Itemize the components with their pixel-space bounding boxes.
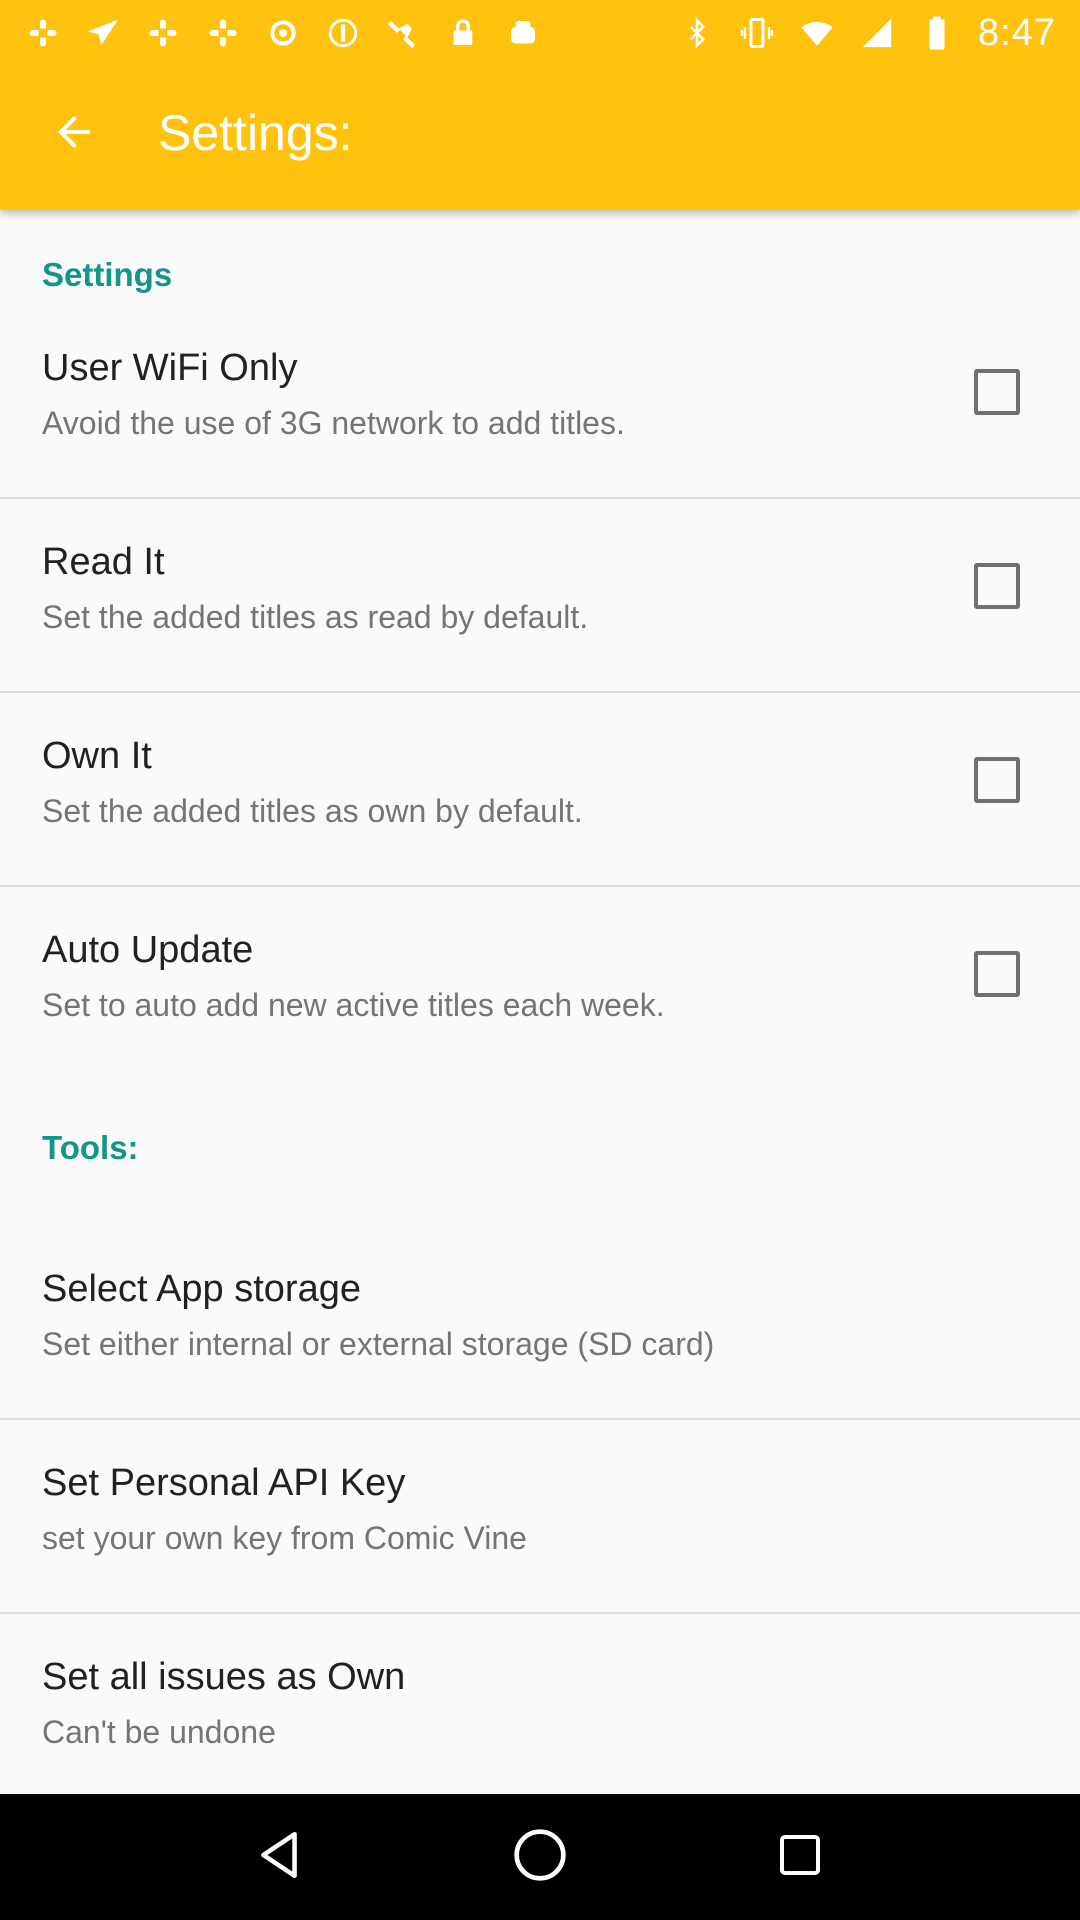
tool-select-app-storage[interactable]: Select App storage Set either internal o… — [0, 1226, 1080, 1420]
setting-own-it[interactable]: Own It Set the added titles as own by de… — [0, 693, 1080, 887]
circle-icon — [264, 14, 302, 52]
tool-title: Select App storage — [42, 1268, 361, 1310]
navigation-bar — [0, 1794, 1080, 1920]
slack-icon — [204, 14, 242, 52]
status-bar-system: 8:47 — [678, 12, 1056, 54]
own-it-checkbox[interactable] — [974, 757, 1020, 803]
setting-title: Auto Update — [42, 929, 254, 971]
status-time: 8:47 — [978, 11, 1056, 54]
toolbar: Settings: — [0, 64, 1080, 210]
lock-icon — [444, 14, 482, 52]
nav-back-button[interactable] — [235, 1812, 325, 1902]
vibrate-icon — [738, 14, 776, 52]
setting-user-wifi-only[interactable]: User WiFi Only Avoid the use of 3G netwo… — [0, 305, 1080, 499]
recents-square-icon — [776, 1831, 824, 1884]
settings-list: Settings User WiFi Only Avoid the use of… — [0, 210, 1080, 1808]
wifi-icon — [798, 14, 836, 52]
bluetooth-icon — [678, 14, 716, 52]
setting-summary: Set to auto add new active titles each w… — [42, 987, 665, 1023]
tool-set-all-issues-own[interactable]: Set all issues as Own Can't be undone — [0, 1614, 1080, 1808]
circle-icon — [324, 14, 362, 52]
setting-auto-update[interactable]: Auto Update Set to auto add new active t… — [0, 887, 1080, 1081]
slack-icon — [144, 14, 182, 52]
setting-summary: Set the added titles as read by default. — [42, 599, 589, 635]
arrow-back-icon — [50, 108, 98, 161]
section-header-tools: Tools: — [42, 1129, 139, 1166]
nav-recents-button[interactable] — [755, 1812, 845, 1902]
setting-summary: Set the added titles as own by default. — [42, 793, 583, 829]
signal-icon — [858, 14, 896, 52]
tool-summary: Can't be undone — [42, 1714, 276, 1750]
setting-read-it[interactable]: Read It Set the added titles as read by … — [0, 499, 1080, 693]
tool-title: Set Personal API Key — [42, 1462, 406, 1504]
wifi-only-checkbox[interactable] — [974, 369, 1020, 415]
tool-set-personal-api-key[interactable]: Set Personal API Key set your own key fr… — [0, 1420, 1080, 1614]
status-bar: 8:47 — [0, 0, 1080, 64]
setting-summary: Avoid the use of 3G network to add title… — [42, 405, 625, 441]
nav-home-button[interactable] — [495, 1812, 585, 1902]
section-header-settings: Settings — [42, 256, 173, 293]
battery-icon — [918, 14, 956, 52]
tool-title: Set all issues as Own — [42, 1656, 406, 1698]
home-circle-icon — [512, 1827, 568, 1888]
slack-icon — [24, 14, 62, 52]
satellite-icon — [384, 14, 422, 52]
setting-title: Own It — [42, 735, 152, 777]
tool-summary: set your own key from Comic Vine — [42, 1520, 527, 1556]
status-bar-notifications — [24, 12, 542, 54]
android-icon — [504, 14, 542, 52]
back-button[interactable] — [34, 94, 114, 174]
send-icon — [84, 14, 122, 52]
setting-title: Read It — [42, 541, 165, 583]
setting-title: User WiFi Only — [42, 347, 298, 389]
read-it-checkbox[interactable] — [974, 563, 1020, 609]
page-title: Settings: — [158, 105, 353, 161]
app-bar: 8:47 Settings: — [0, 0, 1080, 210]
auto-update-checkbox[interactable] — [974, 951, 1020, 997]
tool-summary: Set either internal or external storage … — [42, 1326, 715, 1362]
back-triangle-icon — [255, 1828, 305, 1887]
